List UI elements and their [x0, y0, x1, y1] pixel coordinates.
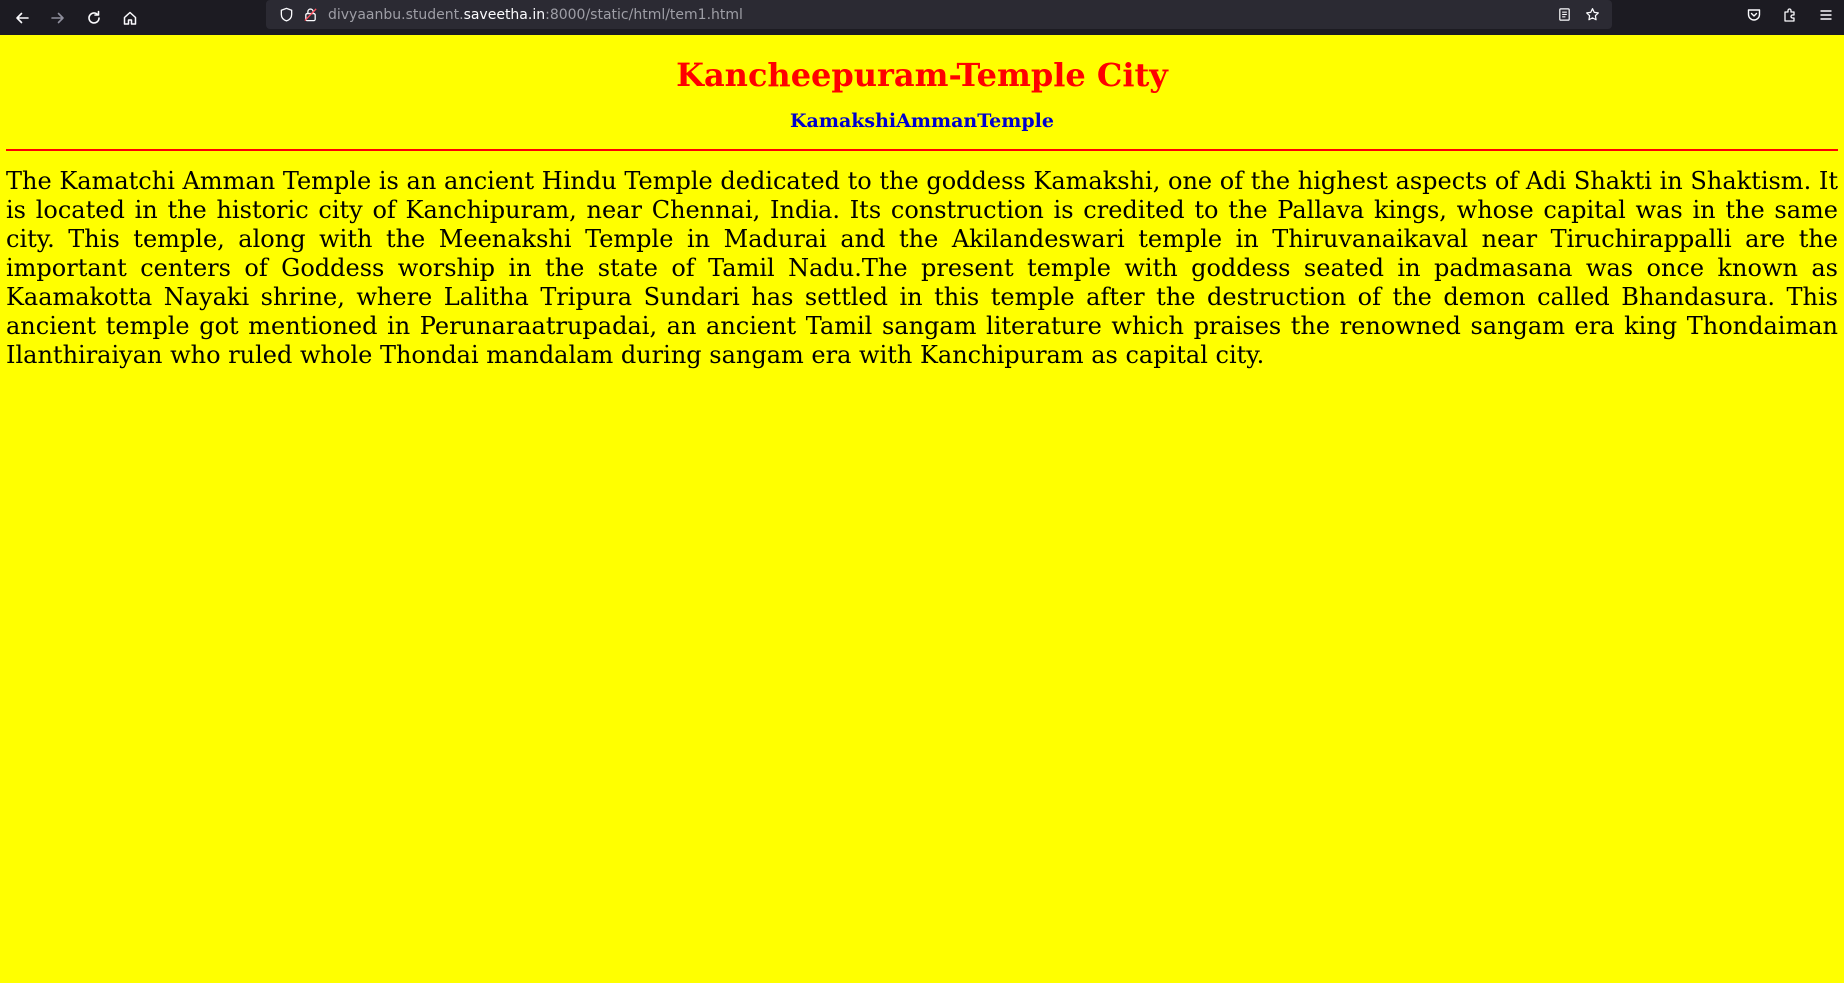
back-button[interactable]: [4, 4, 40, 32]
pocket-button[interactable]: [1736, 1, 1772, 29]
arrow-left-icon: [16, 12, 29, 23]
shield-icon[interactable]: [274, 3, 298, 27]
star-icon[interactable]: [1578, 3, 1606, 27]
url-domain: saveetha.in: [463, 6, 546, 23]
url-suffix: :8000/static/html/tem1.html: [545, 6, 743, 23]
navigation-buttons: [4, 4, 148, 32]
toolbar-right-actions: [1736, 0, 1844, 29]
page-title: Kancheepuram-Temple City: [676, 56, 1168, 94]
url-text[interactable]: divyaanbu.student.saveetha.in:8000/stati…: [328, 7, 743, 23]
url-bar-actions: [1550, 0, 1606, 29]
menu-button[interactable]: [1808, 1, 1844, 29]
page-subtitle: KamakshiAmmanTemple: [790, 110, 1054, 132]
home-button[interactable]: [112, 4, 148, 32]
url-bar[interactable]: divyaanbu.student.saveetha.in:8000/stati…: [266, 0, 1612, 29]
extensions-button[interactable]: [1772, 1, 1808, 29]
pocket-icon: [1747, 8, 1761, 21]
reader-view-icon[interactable]: [1550, 3, 1578, 27]
hamburger-menu-icon: [1820, 9, 1832, 20]
temple-description: The Kamatchi Amman Temple is an ancient …: [6, 167, 1838, 369]
lock-icon[interactable]: [298, 3, 322, 27]
puzzle-icon: [1784, 7, 1795, 22]
browser-toolbar: divyaanbu.student.saveetha.in:8000/stati…: [0, 0, 1844, 35]
reload-button[interactable]: [76, 4, 112, 32]
url-prefix: divyaanbu.student.: [328, 6, 464, 23]
reload-icon: [88, 10, 100, 24]
forward-button[interactable]: [40, 4, 76, 32]
page-content: Kancheepuram-Temple City KamakshiAmmanTe…: [0, 35, 1844, 983]
home-icon: [123, 11, 137, 25]
divider: [6, 149, 1838, 151]
arrow-right-icon: [51, 12, 64, 23]
